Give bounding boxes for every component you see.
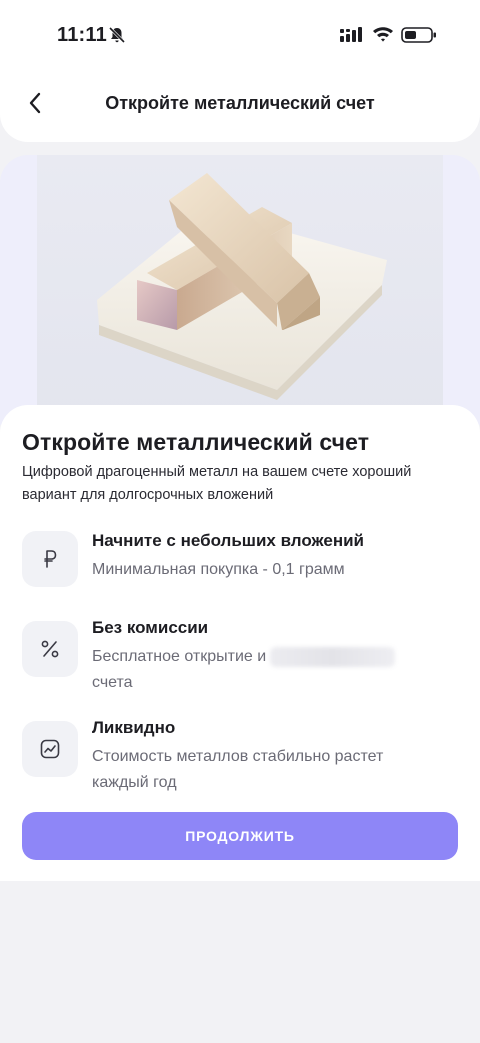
content-subtitle: Цифровой драгоценный металл на вашем сче… bbox=[22, 464, 412, 503]
feature-icon-box bbox=[22, 531, 78, 587]
feature-liquid: Ликвидно Стоимость металлов стабильно ра… bbox=[22, 718, 462, 798]
chart-trend-icon bbox=[40, 739, 60, 759]
feature-description: Минимальная покупка - 0,1 грамм bbox=[92, 561, 345, 578]
feature-icon-box bbox=[22, 621, 78, 677]
feature-no-commission: Без комиссии Бесплатное открытие и счета bbox=[22, 618, 462, 698]
gold-bars-illustration bbox=[37, 155, 443, 425]
top-card: 11:11 Откройте металлический счет bbox=[0, 0, 480, 142]
cellular-signal-icon bbox=[340, 27, 362, 42]
feature-title: Без комиссии bbox=[92, 618, 209, 637]
battery-icon bbox=[401, 27, 436, 43]
gold-bars-image bbox=[97, 173, 387, 400]
feature-icon-box bbox=[22, 721, 78, 777]
percent-icon bbox=[41, 640, 59, 658]
content-title: Откройте металлический счет bbox=[22, 429, 370, 455]
status-time: 11:11 bbox=[57, 24, 107, 46]
ruble-icon bbox=[44, 550, 57, 568]
bell-off-icon bbox=[108, 26, 126, 44]
wifi-icon bbox=[373, 27, 393, 42]
feature-title: Начните с небольших вложений bbox=[92, 531, 364, 550]
feature-description-part1: Бесплатное открытие и bbox=[92, 648, 267, 665]
feature-description-part2: счета bbox=[92, 674, 133, 691]
feature-description: Бесплатное открытие и счета bbox=[92, 644, 432, 696]
feature-title: Ликвидно bbox=[92, 718, 176, 737]
header: Откройте металлический счет bbox=[0, 76, 480, 132]
content-card: Откройте металлический счет Цифровой дра… bbox=[0, 405, 480, 881]
page-title: Откройте металлический счет bbox=[105, 93, 375, 113]
feature-description: Стоимость металлов стабильно растет кажд… bbox=[92, 748, 384, 791]
blurred-text bbox=[270, 646, 396, 667]
hero-banner bbox=[0, 155, 480, 425]
status-bar: 11:11 bbox=[0, 0, 480, 70]
continue-button[interactable]: ПРОДОЛЖИТЬ bbox=[22, 812, 458, 860]
feature-small-investments: Начните с небольших вложений Минимальная… bbox=[22, 531, 462, 591]
